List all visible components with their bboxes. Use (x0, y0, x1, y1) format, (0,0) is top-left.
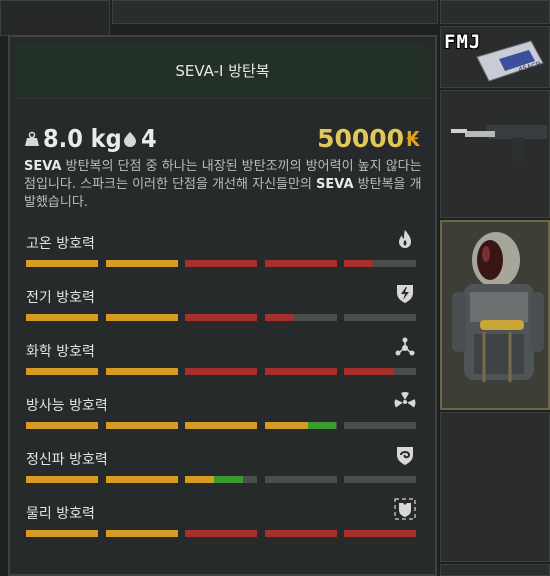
protection-bar-fill-bonus (185, 530, 257, 537)
protection-bar-fill-bonus (185, 260, 257, 267)
weight-icon (25, 131, 39, 146)
price-stat: 50000 ₭ (317, 124, 420, 153)
protection-bar-segment (264, 476, 337, 483)
protection-row-chemical: 화학 방호력 (26, 337, 416, 381)
protection-bar-fill-bonus (264, 314, 294, 321)
protection-bar (26, 530, 416, 537)
protection-row-physical: 물리 방호력 (26, 498, 416, 543)
protection-bar-segment (344, 476, 416, 483)
price-value: 50000 (317, 124, 405, 153)
protection-row-heat: 고온 방호력 (26, 230, 416, 273)
inventory-cell[interactable] (440, 564, 550, 576)
protection-bar-fill-base (105, 260, 178, 267)
inventory-cell[interactable] (0, 0, 110, 36)
protection-bar-fill-base (264, 422, 308, 429)
protection-label: 화학 방호력 (26, 344, 95, 360)
protection-bar-fill-base (26, 314, 98, 321)
smg-icon (451, 125, 547, 161)
slots-value: 4 (141, 124, 157, 153)
currency-symbol: ₭ (406, 126, 420, 151)
chemical-icon (395, 337, 415, 356)
protection-row-psy: 정신파 방호력 (26, 447, 416, 489)
protection-row-radiation: 방사능 방호력 (26, 392, 416, 435)
ammo-type-badge: FMJ (444, 31, 482, 53)
protection-bar (26, 368, 416, 375)
protection-bar-fill-base (26, 476, 98, 483)
protection-row-electric: 전기 방호력 (26, 285, 416, 327)
weight-value: 8.0 kg (43, 124, 122, 153)
inventory-cell[interactable] (440, 0, 550, 24)
protection-bar-fill-bonus (213, 476, 243, 483)
protection-bar-fill-bonus (344, 368, 395, 375)
protection-bar (26, 476, 416, 483)
protection-bar-fill-base (26, 368, 98, 375)
seva-suit-icon (452, 232, 544, 382)
item-stats: 8.0 kg 4 50000 ₭ (25, 124, 420, 156)
artifact-slot-icon (124, 131, 136, 147)
protection-bar-fill-bonus (264, 530, 337, 537)
protection-label: 물리 방호력 (26, 506, 95, 522)
protection-bar-fill-base (105, 476, 178, 483)
lightning-shield-icon (397, 285, 413, 303)
protection-bar-fill-bonus (185, 368, 257, 375)
description-part: SEVA (24, 159, 62, 174)
protection-bar-segment (344, 314, 416, 321)
armor-icon (394, 498, 416, 520)
inventory-cell[interactable] (440, 412, 550, 562)
radiation-icon (394, 392, 416, 408)
protection-bar-fill-bonus (264, 368, 337, 375)
protection-label: 고온 방호력 (26, 236, 95, 252)
protection-bar (26, 260, 416, 267)
slots-stat: 4 (123, 124, 157, 153)
item-title: SEVA-I 방탄복 (175, 62, 270, 80)
inventory-cell-selected-suit[interactable] (440, 220, 550, 410)
protection-bar-fill-bonus (344, 260, 373, 267)
protection-label: 전기 방호력 (26, 290, 95, 306)
protection-label: 정신파 방호력 (26, 452, 108, 468)
protection-bar-fill-bonus (185, 314, 257, 321)
protection-bar-fill-base (105, 422, 178, 429)
protection-bar-fill-bonus (344, 530, 416, 537)
inventory-cell-weapon[interactable] (440, 90, 550, 218)
item-tooltip: SEVA-I 방탄복 8.0 kg 4 50000 ₭ SEVA 방탄복의 단점… (8, 35, 437, 576)
protection-bar-fill-base (26, 422, 98, 429)
description-part: SEVA (316, 177, 354, 192)
protection-bar (26, 422, 416, 429)
protection-label: 방사능 방호력 (26, 398, 108, 414)
tooltip-header: SEVA-I 방탄복 (15, 43, 430, 99)
protection-bar-fill-base (185, 476, 214, 483)
protection-bar-fill-base (105, 314, 178, 321)
protection-bar-fill-base (105, 530, 178, 537)
psy-shield-icon (397, 447, 413, 465)
item-description: SEVA 방탄복의 단점 중 하나는 내장된 방탄조끼의 방어력이 높지 않다는… (24, 158, 424, 212)
protection-bar-segment (344, 422, 416, 429)
protection-bar-fill-base (26, 530, 98, 537)
protection-bar-fill-base (105, 368, 178, 375)
protection-bar-fill-bonus (264, 260, 337, 267)
weight-stat: 8.0 kg (25, 124, 122, 153)
protection-bar (26, 314, 416, 321)
inventory-cell[interactable] (112, 0, 438, 24)
protection-bar-fill-bonus (307, 422, 337, 429)
fire-icon (399, 230, 411, 248)
protection-bar-fill-base (185, 422, 257, 429)
protection-bar-fill-base (26, 260, 98, 267)
